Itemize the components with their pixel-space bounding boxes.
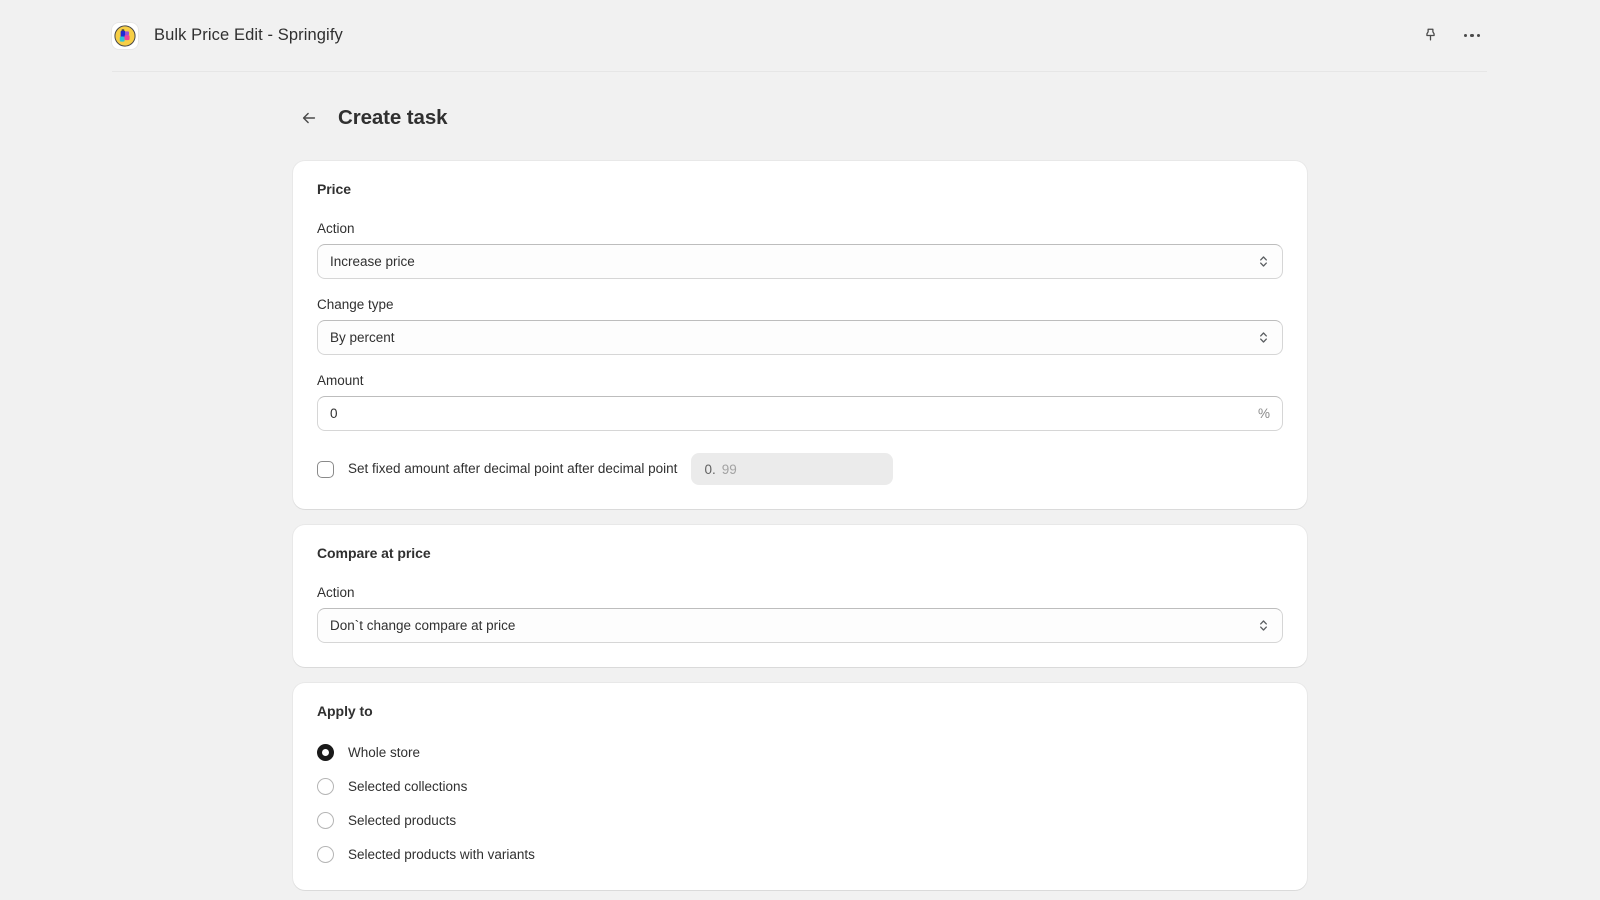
price-change-type-select[interactable]: By percent	[317, 320, 1283, 355]
select-chevron-updown-icon	[1257, 254, 1270, 269]
price-amount-field: Amount 0 %	[317, 371, 1283, 431]
apply-to-option-label: Selected products	[348, 812, 457, 828]
pin-icon[interactable]	[1415, 21, 1445, 51]
price-action-field: Action Increase price	[317, 219, 1283, 279]
price-amount-value: 0	[330, 405, 338, 421]
select-chevron-updown-icon	[1257, 330, 1270, 345]
arrow-left-icon[interactable]	[296, 105, 322, 131]
radio-indicator-selected-collections	[317, 778, 334, 795]
more-horizontal-icon[interactable]	[1457, 21, 1487, 51]
price-change-type-field: Change type By percent	[317, 295, 1283, 355]
page-body: Create task Price Action Increase price …	[0, 73, 1600, 900]
page-title: Create task	[338, 106, 448, 129]
apply-to-card: Apply to Whole store Selected collection…	[293, 683, 1307, 890]
fixed-decimal-checkbox[interactable]	[317, 460, 334, 478]
price-amount-label: Amount	[317, 373, 364, 388]
radio-indicator-whole-store	[317, 744, 334, 761]
price-change-type-value: By percent	[330, 329, 395, 345]
price-card: Price Action Increase price Change type …	[293, 161, 1307, 509]
page-header: Create task	[293, 100, 1307, 136]
price-action-label: Action	[317, 221, 355, 236]
fixed-decimal-placeholder: 99	[721, 461, 737, 477]
compare-action-field: Action Don`t change compare at price	[317, 583, 1283, 643]
price-action-select[interactable]: Increase price	[317, 244, 1283, 279]
apply-to-card-title: Apply to	[317, 703, 373, 719]
fixed-decimal-row: Set fixed amount after decimal point aft…	[317, 453, 1283, 485]
price-action-value: Increase price	[330, 253, 415, 269]
compare-action-select[interactable]: Don`t change compare at price	[317, 608, 1283, 643]
apply-to-option-label: Whole store	[348, 744, 421, 760]
app-top-bar: Bulk Price Edit - Springify	[0, 0, 1600, 73]
app-bar-actions	[1415, 21, 1487, 51]
compare-action-label: Action	[317, 585, 355, 600]
apply-to-option-selected-products[interactable]: Selected products	[317, 809, 1283, 832]
apply-to-option-label: Selected collections	[348, 778, 468, 794]
compare-action-value: Don`t change compare at price	[330, 617, 516, 633]
apply-to-radio-group: Whole store Selected collections Selecte…	[317, 741, 1283, 866]
radio-indicator-selected-products	[317, 812, 334, 829]
app-identity: Bulk Price Edit - Springify	[112, 22, 343, 49]
compare-at-price-card-title: Compare at price	[317, 545, 431, 561]
price-amount-input[interactable]: 0 %	[317, 396, 1283, 431]
fixed-decimal-label[interactable]: Set fixed amount after decimal point aft…	[348, 459, 677, 479]
apply-to-option-whole-store[interactable]: Whole store	[317, 741, 1283, 764]
more-dots	[1463, 33, 1481, 38]
percent-suffix: %	[1257, 406, 1270, 421]
price-card-title: Price	[317, 181, 351, 197]
fixed-decimal-prefix: 0.	[704, 461, 716, 477]
app-top-bar-inner: Bulk Price Edit - Springify	[112, 0, 1487, 72]
apply-to-option-selected-collections[interactable]: Selected collections	[317, 775, 1283, 798]
springify-app-icon	[112, 22, 138, 49]
app-title: Bulk Price Edit - Springify	[154, 26, 343, 44]
select-chevron-updown-icon	[1257, 618, 1270, 633]
radio-indicator-selected-products-with-variants	[317, 846, 334, 863]
compare-at-price-card: Compare at price Action Don`t change com…	[293, 525, 1307, 667]
price-change-type-label: Change type	[317, 297, 394, 312]
fixed-decimal-input[interactable]: 0. 99	[691, 453, 894, 485]
apply-to-option-label: Selected products with variants	[348, 846, 535, 862]
page-content-wrapper: Create task Price Action Increase price …	[293, 73, 1307, 890]
apply-to-option-selected-products-with-variants[interactable]: Selected products with variants	[317, 843, 1283, 866]
